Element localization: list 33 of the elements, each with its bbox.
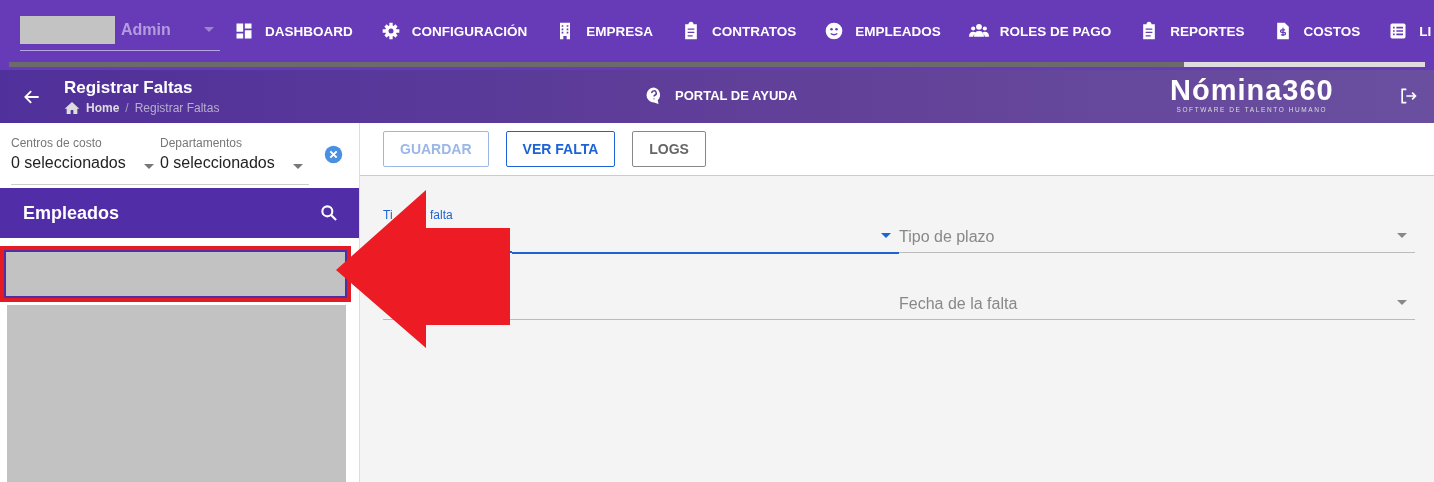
nav-item[interactable]: DASHBOARD xyxy=(220,0,367,62)
clear-icon[interactable] xyxy=(324,145,343,164)
logo: Nómina360 xyxy=(1170,74,1334,106)
nav-item[interactable]: CONTRATOS xyxy=(667,0,811,62)
nav-item[interactable]: REPORTES xyxy=(1125,0,1259,62)
breadcrumb-link[interactable]: Home xyxy=(86,101,120,115)
toolbar-button[interactable]: LOGS xyxy=(632,131,706,167)
employees-title: Empleados xyxy=(23,202,120,224)
nav-item[interactable]: ROLES DE PAGO xyxy=(954,0,1126,62)
breadcrumb-separator: / xyxy=(125,101,129,115)
help-link[interactable]: PORTAL DE AYUDA xyxy=(645,86,798,104)
nav-item[interactable]: EMPRESA xyxy=(541,0,667,62)
nav-item[interactable]: CONFIGURACIÓN xyxy=(366,0,542,62)
nav-item[interactable]: LI xyxy=(1374,0,1434,62)
nav-item[interactable]: COSTOS xyxy=(1258,0,1375,62)
nav-item[interactable]: EMPLEADOS xyxy=(810,0,955,62)
list-icon xyxy=(1388,21,1409,41)
field-label: falta xyxy=(430,208,453,222)
settings-icon xyxy=(380,21,401,41)
face-icon xyxy=(824,21,845,41)
employee-item[interactable] xyxy=(0,246,351,302)
field-label: Ti xyxy=(383,208,393,222)
dashboard-icon xyxy=(234,21,254,41)
home-icon xyxy=(64,101,80,115)
user-role: Admin xyxy=(121,20,171,39)
help-icon xyxy=(645,86,663,104)
page-title: Registrar Faltas xyxy=(64,78,194,98)
filter-select[interactable]: Departamentos 0 seleccionados xyxy=(160,136,309,185)
breadcrumb-current: Registrar Faltas xyxy=(134,101,220,115)
toolbar-button[interactable]: VER FALTA xyxy=(505,131,616,167)
filter-select[interactable]: Centros de costo 0 seleccionados xyxy=(11,136,160,185)
search-icon[interactable] xyxy=(319,203,339,223)
logout-icon[interactable] xyxy=(1398,86,1418,106)
